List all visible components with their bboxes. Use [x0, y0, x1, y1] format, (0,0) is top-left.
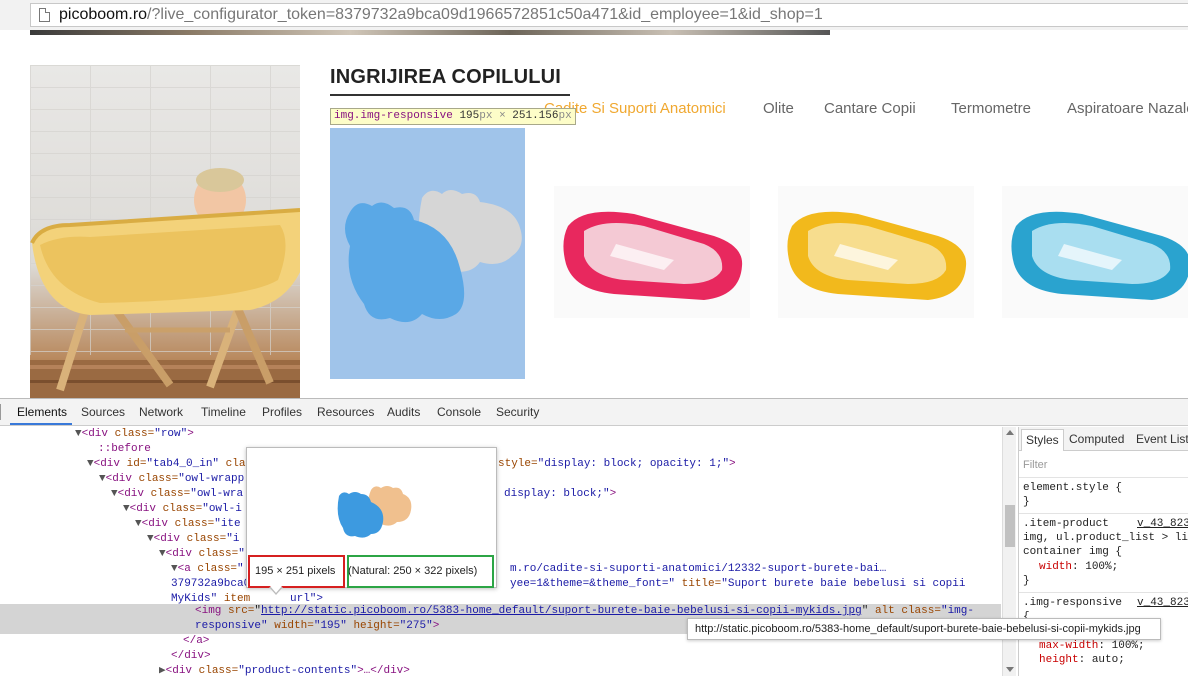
title-underline — [330, 94, 570, 96]
rendered-size-text: 195 × 251 pixels — [255, 565, 336, 577]
dom-line-close-div[interactable]: </div> — [171, 649, 211, 664]
dom-line-row[interactable]: ▼<div class="row"> — [75, 427, 194, 442]
styles-tab-bar: Styles Computed Event Listeners — [1019, 427, 1188, 451]
tooltip-selector: img.img-responsive — [334, 110, 453, 122]
blue-tub-illustration — [1011, 211, 1188, 300]
dom-line-anchor[interactable]: ▼<a class=" — [171, 562, 244, 577]
product-image-yellow-tub[interactable] — [778, 186, 974, 318]
tab-sources[interactable]: Sources — [81, 405, 125, 419]
section-title: INGRIJIREA COPILULUI — [330, 66, 562, 88]
dom-line-img-selected[interactable]: <img src="http://static.picoboom.ro/5383… — [195, 604, 974, 619]
tab-elements[interactable]: Elements — [17, 405, 67, 419]
tab-cantare-copii[interactable]: Cantare Copii — [824, 100, 916, 117]
rule-img-responsive-selector[interactable]: .img-responsive v_43_823 — [1023, 597, 1188, 609]
rule-max-width-declaration[interactable]: max-width: 100%; — [1039, 640, 1145, 652]
dom-line-owl-wrapper[interactable]: ▼<div class="owl-wra — [111, 487, 243, 502]
rule-item-product-selector-3: container img { — [1023, 546, 1123, 558]
dom-line-owl-item[interactable]: ▼<div class="owl-i — [123, 502, 242, 517]
dock-handle-icon[interactable] — [0, 404, 3, 420]
banner-strip-image — [30, 30, 830, 35]
styles-divider-3 — [1019, 592, 1188, 593]
dom-line-anchor-title[interactable]: yee=1&theme=&theme_font=" title="Suport … — [510, 577, 966, 592]
active-tab-indicator — [10, 423, 72, 425]
rule-source-link[interactable]: v_43_823 — [1137, 518, 1188, 530]
tab-termometre[interactable]: Termometre — [951, 100, 1031, 117]
dom-line-before[interactable]: ::before — [98, 442, 151, 457]
image-preview-popover: 195 × 251 pixels (Natural: 250 × 322 pix… — [246, 447, 497, 595]
baby-in-tub-illustration — [30, 168, 300, 398]
styles-divider-2 — [1019, 513, 1188, 514]
sponge-support-illustration — [345, 190, 522, 323]
dom-line-owl-wrapper-outer[interactable]: ▼<div class="owl-wrapp — [99, 472, 244, 487]
url-text[interactable]: picoboom.ro/?live_configurator_token=837… — [59, 5, 823, 25]
url-domain: picoboom.ro — [59, 6, 148, 23]
tab-network[interactable]: Network — [139, 405, 183, 419]
scroll-up-icon[interactable] — [1006, 430, 1014, 435]
dom-line-tab4[interactable]: ▼<div id="tab4_0_in" cla — [87, 457, 245, 472]
product-image-blue-tub[interactable] — [1002, 186, 1188, 318]
styles-divider — [1019, 477, 1188, 478]
tooltip-width: 195 — [459, 110, 480, 122]
link-url-tooltip: http://static.picoboom.ro/5383-home_defa… — [687, 618, 1161, 640]
styles-filter-input[interactable]: Filter — [1023, 459, 1047, 471]
tab-resources[interactable]: Resources — [317, 405, 374, 419]
scrollbar-thumb[interactable] — [1005, 505, 1015, 547]
tab-profiles[interactable]: Profiles — [262, 405, 302, 419]
tab-console[interactable]: Console — [437, 405, 481, 419]
dom-line-anchor-href[interactable]: m.ro/cadite-si-suporti-anatomici/12332-s… — [510, 562, 886, 577]
product-image-pink-tub[interactable] — [554, 186, 750, 318]
natural-size-text: (Natural: 250 × 322 pixels) — [348, 565, 478, 577]
tab-aspiratoare-nazale[interactable]: Aspiratoare Nazale — [1067, 100, 1188, 117]
rule-item-product-selector[interactable]: .item-product v_43_823 — [1023, 518, 1188, 530]
dom-line-item[interactable]: ▼<div class="ite — [135, 517, 241, 532]
tab-olite[interactable]: Olite — [763, 100, 794, 117]
inspected-product-image[interactable] — [330, 128, 525, 379]
yellow-tub-illustration — [787, 211, 967, 300]
tooltip-unit-2: px — [558, 110, 572, 122]
tooltip-height: 251.156 — [512, 110, 559, 122]
pink-tub-illustration — [563, 211, 743, 300]
url-path: /?live_configurator_token=8379732a9bca09… — [147, 6, 823, 23]
url-field[interactable]: picoboom.ro/?live_configurator_token=837… — [30, 3, 1188, 27]
tab-audits[interactable]: Audits — [387, 405, 420, 419]
img-src-link[interactable]: http://static.picoboom.ro/5383-home_defa… — [261, 605, 862, 617]
tab-event-listeners[interactable]: Event Listeners — [1136, 432, 1188, 446]
tooltip-unit: px — [479, 110, 493, 122]
dom-line-close-a[interactable]: </a> — [183, 634, 209, 649]
tab-timeline[interactable]: Timeline — [201, 405, 246, 419]
image-preview-thumbnail — [337, 486, 412, 538]
tab-security[interactable]: Security — [496, 405, 539, 419]
rule-item-product-selector-2: img, ul.product_list > li — [1023, 532, 1188, 544]
element-style-rule[interactable]: element.style { — [1023, 482, 1122, 494]
dom-line-owl-wrapper-tail[interactable]: display: block;"> — [504, 487, 616, 502]
page-icon — [39, 8, 50, 22]
rule-width-declaration[interactable]: width: 100%; — [1039, 561, 1118, 573]
devtools-tab-bar: Elements Sources Network Timeline Profil… — [0, 399, 1188, 426]
popover-arrow — [269, 586, 283, 595]
hero-baby-bath-image[interactable] — [30, 65, 300, 398]
dom-line-item-inner[interactable]: ▼<div class="i — [147, 532, 239, 547]
rule-height-declaration[interactable]: height: auto; — [1039, 654, 1125, 666]
dom-line-anchor-cont[interactable]: 379732a9bca0 — [171, 577, 250, 592]
dom-line-img-selected-cont[interactable]: responsive" width="195" height="275"> — [195, 619, 439, 634]
tab-styles[interactable]: Styles — [1021, 429, 1064, 451]
dom-line-image-container[interactable]: ▼<div class=" — [159, 547, 245, 562]
element-style-close: } — [1023, 496, 1030, 508]
dom-line-tab4-tail[interactable]: style="display: block; opacity: 1;"> — [498, 457, 736, 472]
rule-source-link-2[interactable]: v_43_823 — [1137, 597, 1188, 609]
address-bar: picoboom.ro/?live_configurator_token=837… — [0, 0, 1188, 30]
element-size-tooltip: img.img-responsive 195px × 251.156px — [330, 108, 576, 125]
rule-item-product-close: } — [1023, 575, 1030, 587]
tooltip-times: × — [499, 110, 506, 122]
scroll-down-icon[interactable] — [1006, 667, 1014, 672]
dom-line-product-contents[interactable]: ▶<div class="product-contents">…</div> — [159, 664, 410, 676]
tab-computed[interactable]: Computed — [1069, 432, 1124, 446]
